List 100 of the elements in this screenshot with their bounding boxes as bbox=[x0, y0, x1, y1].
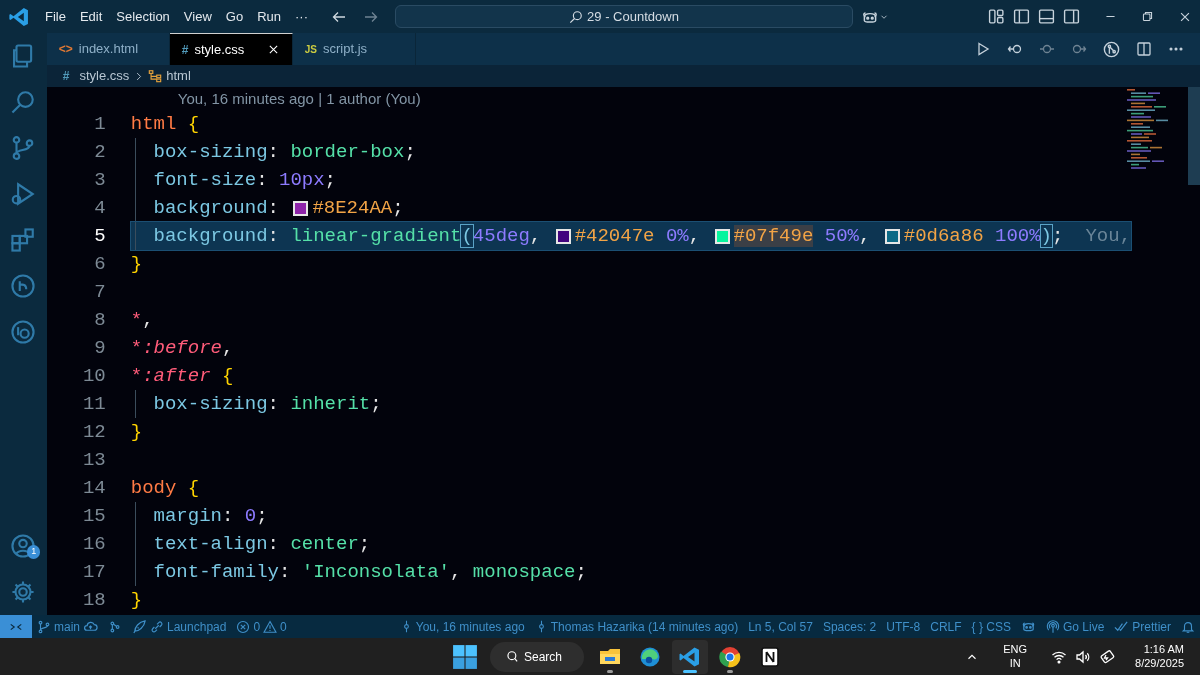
layout-icon[interactable] bbox=[988, 8, 1005, 25]
menu-item[interactable]: File bbox=[38, 6, 73, 27]
code-text: body { bbox=[130, 475, 200, 501]
menu-item[interactable]: Selection bbox=[109, 6, 177, 27]
code-text: #42047e 0%, bbox=[574, 223, 702, 249]
split-editor-icon[interactable] bbox=[1136, 41, 1152, 57]
symbol-icon bbox=[148, 69, 163, 83]
menu-item[interactable]: Run bbox=[250, 6, 288, 27]
color-swatch[interactable] bbox=[555, 228, 571, 244]
taskbar-app[interactable] bbox=[672, 639, 708, 674]
line-number: 11 bbox=[81, 391, 107, 417]
error-icon bbox=[236, 619, 251, 634]
blame-item[interactable]: Thomas Hazarika (14 minutes ago) bbox=[529, 615, 744, 638]
line-number: 4 bbox=[93, 195, 107, 221]
start-icon[interactable] bbox=[452, 643, 478, 670]
panel-toggle-icon[interactable] bbox=[1038, 8, 1055, 25]
settings-icon[interactable] bbox=[10, 579, 37, 605]
warning-icon bbox=[263, 619, 278, 634]
code-text: } bbox=[130, 251, 143, 277]
line-number: 1 bbox=[93, 111, 107, 137]
code-text: *, bbox=[130, 307, 154, 333]
circle-node-icon[interactable] bbox=[10, 319, 37, 345]
line-number: 7 bbox=[93, 279, 107, 305]
code-text: text-align: center; bbox=[152, 531, 371, 557]
line-number: 6 bbox=[93, 251, 107, 277]
line-number: 5 bbox=[93, 223, 107, 249]
link-icon bbox=[150, 619, 164, 634]
code-text: box-sizing: inherit; bbox=[152, 391, 382, 417]
restore-icon[interactable] bbox=[1141, 10, 1154, 23]
bell-icon bbox=[1181, 619, 1195, 634]
clock-date[interactable]: 8/29/2025 bbox=[1135, 656, 1184, 671]
tab-label: style.css bbox=[194, 40, 245, 59]
run-debug-icon[interactable] bbox=[10, 181, 37, 207]
account-icon[interactable] bbox=[10, 533, 37, 559]
menu-item[interactable]: View bbox=[176, 6, 219, 27]
code-text: background: linear-gradient(45deg, bbox=[152, 223, 543, 249]
file-type-icon: <> bbox=[58, 40, 73, 58]
code-text: *:before, bbox=[130, 335, 234, 361]
double-check-icon bbox=[1114, 619, 1130, 634]
volume-icon[interactable] bbox=[1075, 648, 1092, 665]
graph-icon bbox=[108, 619, 122, 634]
cloud-upload-icon bbox=[83, 619, 98, 634]
menu-item[interactable]: Edit bbox=[72, 6, 110, 27]
code-text: } bbox=[130, 419, 143, 445]
status-item[interactable]: Ln 5, Col 57 bbox=[743, 615, 818, 638]
language-indicator[interactable]: ENG bbox=[1003, 642, 1028, 657]
menu-item[interactable]: ··· bbox=[288, 6, 315, 27]
go-live-button[interactable]: Go Live bbox=[1040, 615, 1110, 638]
breadcrumb-item[interactable]: style.css bbox=[79, 66, 130, 86]
color-swatch[interactable] bbox=[714, 228, 730, 244]
sidebar-toggle-icon[interactable] bbox=[1013, 8, 1030, 25]
prettier-button[interactable]: Prettier bbox=[1109, 615, 1176, 638]
line-number: 9 bbox=[93, 335, 107, 361]
region-indicator[interactable]: IN bbox=[1003, 656, 1028, 671]
codelens-link[interactable]: You, 16 minutes ago | 1 author (You) bbox=[177, 90, 421, 107]
run-icon[interactable] bbox=[975, 41, 991, 57]
search-icon bbox=[569, 9, 584, 24]
code-text: #8E24AA; bbox=[312, 195, 404, 221]
code-text: box-sizing: border-box; bbox=[152, 139, 416, 165]
line-number: 13 bbox=[81, 447, 107, 473]
launchpad-button[interactable]: Launchpad bbox=[127, 615, 232, 638]
menu-item[interactable]: Go bbox=[218, 6, 251, 27]
remote-button[interactable] bbox=[0, 615, 32, 638]
line-number: 17 bbox=[81, 559, 107, 585]
code-text: margin: 0; bbox=[152, 503, 268, 529]
line-number: 10 bbox=[81, 363, 107, 389]
tab-label: index.html bbox=[78, 40, 138, 59]
editor-tab[interactable]: # style.css bbox=[169, 33, 293, 65]
blame-annotation: You, bbox=[1085, 223, 1132, 249]
status-item[interactable]: Spaces: 2 bbox=[817, 615, 882, 638]
battery-icon[interactable] bbox=[1099, 648, 1116, 665]
broadcast-icon bbox=[1045, 619, 1060, 634]
status-item[interactable]: CRLF bbox=[925, 615, 967, 638]
command-center[interactable]: 29 - Countdown bbox=[395, 5, 853, 28]
clock-time[interactable]: 1:16 AM bbox=[1143, 642, 1184, 657]
language-mode-button[interactable]: { } CSS bbox=[966, 615, 1016, 638]
blame-item[interactable]: You, 16 minutes ago bbox=[394, 615, 530, 638]
secondary-sidebar-icon[interactable] bbox=[1063, 8, 1080, 25]
search-icon[interactable] bbox=[10, 89, 37, 115]
color-swatch[interactable] bbox=[884, 228, 900, 244]
line-number: 2 bbox=[93, 139, 107, 165]
gitlens-icon[interactable] bbox=[1103, 40, 1120, 58]
branch-button[interactable]: main bbox=[32, 615, 103, 638]
file-type-icon: # bbox=[62, 67, 70, 85]
status-item[interactable]: UTF-8 bbox=[881, 615, 926, 638]
breadcrumb-item[interactable]: html bbox=[166, 66, 191, 86]
scrollbar-thumb[interactable] bbox=[1188, 87, 1200, 185]
extensions-icon[interactable] bbox=[10, 227, 37, 253]
notification-badge: 1 bbox=[27, 545, 41, 559]
problems-button[interactable]: 0 0 bbox=[231, 615, 292, 638]
code-text: font-size: 10px; bbox=[152, 167, 336, 193]
line-number: 15 bbox=[81, 503, 107, 529]
code-text: *:after { bbox=[130, 363, 234, 389]
branch-icon bbox=[37, 619, 51, 634]
line-number: 14 bbox=[81, 475, 107, 501]
taskbar-search[interactable]: Search bbox=[490, 641, 584, 672]
line-number: 16 bbox=[81, 531, 107, 557]
color-swatch[interactable] bbox=[293, 200, 309, 216]
vscode-logo-icon bbox=[8, 5, 30, 28]
line-number: 12 bbox=[81, 419, 107, 445]
